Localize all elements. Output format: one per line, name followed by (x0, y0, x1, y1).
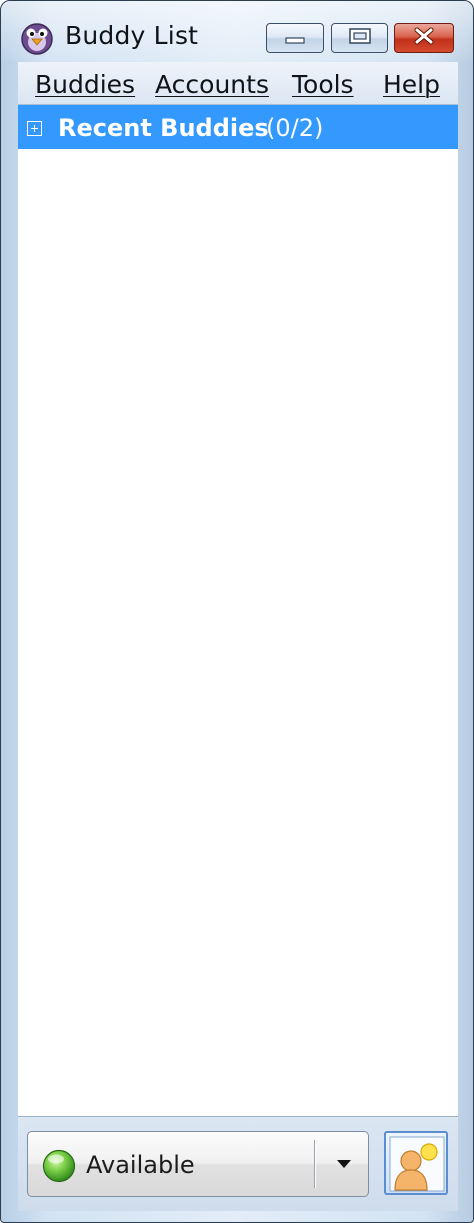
minimize-button[interactable] (266, 23, 324, 53)
minimize-icon (284, 29, 306, 48)
menu-tools[interactable]: Tools (292, 70, 354, 99)
group-row-recent-buddies[interactable]: Recent Buddies (0/2) (18, 105, 458, 149)
status-available-icon (42, 1149, 76, 1183)
expand-plus-icon[interactable] (27, 121, 42, 136)
maximize-button[interactable] (331, 23, 388, 53)
menu-bar: Buddies Accounts Tools Help (18, 62, 458, 104)
buddy-icon-button[interactable] (384, 1131, 448, 1195)
status-bar: Available (18, 1116, 458, 1211)
chevron-down-icon[interactable] (337, 1160, 351, 1168)
close-icon (413, 27, 435, 49)
close-button[interactable] (394, 23, 454, 53)
status-selector-button[interactable]: Available (27, 1131, 369, 1197)
menu-buddies[interactable]: Buddies (35, 70, 135, 99)
buddy-list-window: Buddy List Buddies Accounts Tools Help R… (0, 0, 474, 1223)
title-bar[interactable]: Buddy List (1, 1, 473, 61)
buddy-list-pane[interactable]: Recent Buddies (0/2) (18, 104, 458, 1116)
status-divider (314, 1140, 316, 1188)
window-title: Buddy List (65, 21, 199, 50)
maximize-icon (348, 27, 372, 49)
menu-accounts[interactable]: Accounts (155, 70, 269, 99)
group-count: (0/2) (266, 114, 324, 142)
group-name: Recent Buddies (58, 114, 269, 142)
pidgin-app-icon (19, 18, 55, 56)
menu-help[interactable]: Help (383, 70, 440, 99)
status-label: Available (86, 1151, 195, 1179)
